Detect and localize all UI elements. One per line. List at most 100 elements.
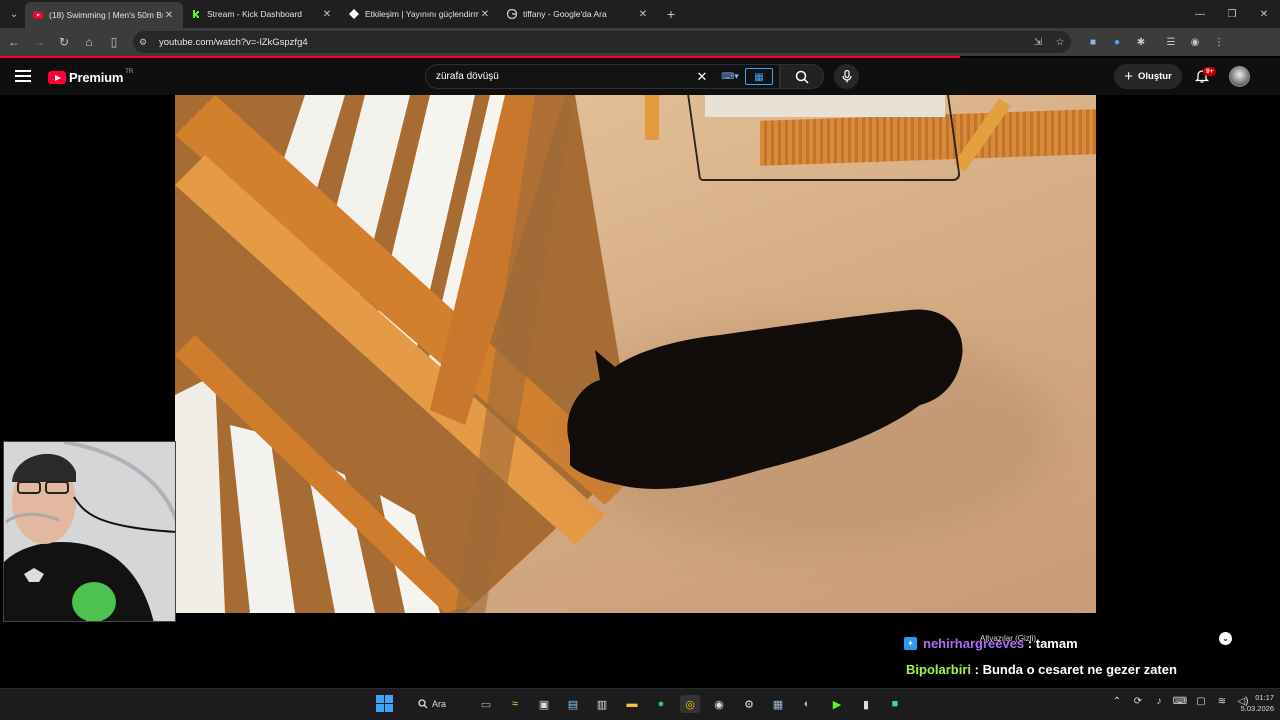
home-button[interactable]: ⌂	[78, 31, 100, 53]
close-tab-icon[interactable]: ✕	[163, 10, 175, 21]
windows-start-icon[interactable]	[376, 695, 393, 712]
terminal-icon[interactable]: ▮	[856, 695, 876, 713]
spotify-icon[interactable]: ●	[651, 695, 671, 713]
tab-kick[interactable]: Stream - Kick Dashboard ✕	[183, 0, 341, 28]
input-tools-icon[interactable]: ⌨▾	[715, 68, 745, 85]
keyboard-icon[interactable]: ⌨	[1171, 696, 1189, 712]
site-info-icon[interactable]: ⚙	[139, 37, 153, 48]
logo-region: TR	[125, 68, 134, 75]
new-tab-button[interactable]: +	[661, 6, 681, 22]
account-avatar[interactable]	[1229, 66, 1250, 87]
black-cat-figure	[567, 309, 963, 490]
kick-icon	[191, 9, 201, 19]
back-button[interactable]: ←	[3, 31, 25, 53]
restore-button[interactable]: ❐	[1216, 0, 1248, 28]
extensions-puzzle-icon[interactable]: ✱	[1129, 31, 1153, 53]
browser-toolbar: ← → ↻ ⌂ ▯ ⚙ youtube.com/watch?v=-lZkGspz…	[0, 28, 1280, 56]
task-view-icon[interactable]: ▭	[476, 695, 496, 713]
widget-app-icon[interactable]: ≈	[505, 695, 525, 713]
close-tab-icon[interactable]: ✕	[479, 9, 491, 20]
clock-date: 5.03.2026	[1240, 704, 1274, 713]
chat-separator: :	[1024, 636, 1036, 651]
notepad-icon[interactable]: ▥	[592, 695, 612, 713]
google-icon	[507, 9, 517, 19]
profile-icon[interactable]: ◉	[1183, 31, 1207, 53]
app-window-icon[interactable]: ▤	[563, 695, 583, 713]
taskbar-clock[interactable]: 01:17 5.03.2026	[1226, 692, 1274, 714]
minimize-button[interactable]: —	[1184, 0, 1216, 28]
clear-search-icon[interactable]: ✕	[691, 69, 713, 85]
clock-time: 01:17	[1255, 693, 1274, 702]
chat-message: ✦ nehirhargreeves : tamam	[904, 636, 1078, 651]
search-query: zürafa dövüşü	[436, 71, 499, 82]
voice-search-button[interactable]	[834, 64, 859, 89]
close-tab-icon[interactable]: ✕	[321, 9, 333, 20]
android-studio-icon[interactable]: ■	[885, 695, 905, 713]
show-hidden-icons-chevron-icon[interactable]: ⌃	[1108, 696, 1126, 712]
bookmark-star-icon[interactable]: ☆	[1049, 37, 1071, 48]
store-icon[interactable]: ▣	[534, 695, 554, 713]
chrome-icon[interactable]: ◎	[680, 695, 700, 713]
microphone-icon	[841, 70, 852, 83]
extension-blue-icon[interactable]: ●	[1105, 31, 1129, 53]
chat-text: tamam	[1035, 636, 1078, 651]
search-button[interactable]	[780, 64, 824, 89]
tab-strip: ⌄ (18) Swimming | Men's 50m Bre ✕ Stream…	[0, 0, 1280, 28]
sync-icon[interactable]: ⟳	[1129, 696, 1147, 712]
tab-etkilesim[interactable]: Etkileşim | Yayınını güçlendirme ✕	[341, 0, 499, 28]
menu-icon[interactable]	[15, 70, 31, 82]
chat-username: nehirhargreeves	[923, 636, 1025, 651]
url-text: youtube.com/watch?v=-lZkGspzfg4	[159, 36, 308, 48]
tab-title: tiffany - Google'da Ara	[523, 9, 607, 19]
tab-title: Stream - Kick Dashboard	[207, 9, 302, 19]
install-app-icon[interactable]: ⇲	[1027, 37, 1049, 48]
address-bar[interactable]: ⚙ youtube.com/watch?v=-lZkGspzfg4 ⇲ ☆	[133, 31, 1071, 53]
search-icon	[418, 699, 428, 709]
notification-badge: 9+	[1203, 67, 1217, 76]
forward-button[interactable]: →	[28, 31, 50, 53]
remote-desktop-icon[interactable]: ▦	[768, 695, 788, 713]
translate-extension-icon[interactable]: ■	[1081, 31, 1105, 53]
tab-title: (18) Swimming | Men's 50m Bre	[49, 10, 163, 20]
search-icon	[795, 70, 809, 84]
kick-app-icon[interactable]: ▶	[827, 695, 847, 713]
microphone-icon[interactable]: ♪	[1150, 696, 1168, 712]
close-window-button[interactable]: ✕	[1248, 0, 1280, 28]
tab-youtube[interactable]: (18) Swimming | Men's 50m Bre ✕	[25, 2, 183, 28]
youtube-play-icon	[48, 71, 66, 84]
chat-badge-icon: ✦	[904, 637, 917, 650]
keyboard-icon[interactable]: ▦	[745, 68, 773, 85]
logo-text: Premium	[69, 70, 124, 85]
close-tab-icon[interactable]: ✕	[637, 9, 649, 20]
window-controls: — ❐ ✕	[1184, 0, 1280, 28]
youtube-icon	[33, 11, 43, 19]
screen: ⌄ (18) Swimming | Men's 50m Bre ✕ Stream…	[0, 0, 1280, 720]
tab-title: Etkileşim | Yayınını güçlendirme	[365, 9, 479, 19]
settings-gear-icon[interactable]: ⚙	[739, 695, 759, 713]
youtube-logo[interactable]: Premium TR	[48, 68, 134, 85]
video-player[interactable]	[175, 95, 1096, 613]
streamer-webcam	[3, 441, 176, 622]
chevron-down-icon[interactable]: ⌄	[1219, 632, 1232, 645]
tab-google[interactable]: tiffany - Google'da Ara ✕	[499, 0, 657, 28]
browser-app-icon[interactable]: ◐	[797, 695, 817, 713]
chat-separator: :	[971, 662, 983, 677]
reading-list-icon[interactable]: ☰	[1159, 31, 1183, 53]
split-view-icon[interactable]: ▯	[103, 31, 125, 53]
plus-icon: +	[1124, 68, 1133, 85]
diamond-icon	[349, 9, 359, 19]
tab-search-icon[interactable]: ⌄	[3, 4, 25, 24]
reload-button[interactable]: ↻	[53, 31, 75, 53]
chat-message: Bipolarbiri : Bunda o cesaret ne gezer z…	[906, 662, 1177, 677]
taskbar-search-label: Ara	[432, 699, 447, 709]
obs-icon[interactable]: ◉	[709, 695, 729, 713]
taskbar-search[interactable]: Ara	[418, 695, 468, 713]
search-input[interactable]: zürafa dövüşü ✕ ⌨▾ ▦	[425, 64, 780, 89]
create-button[interactable]: + Oluştur	[1114, 64, 1182, 89]
file-explorer-icon[interactable]: ▬	[622, 695, 642, 713]
chat-username: Bipolarbiri	[906, 662, 972, 677]
create-label: Oluştur	[1137, 71, 1172, 82]
webcam-person	[4, 442, 175, 621]
browser-menu-icon[interactable]: ⋮	[1207, 31, 1231, 53]
display-icon[interactable]: ▢	[1192, 696, 1210, 712]
